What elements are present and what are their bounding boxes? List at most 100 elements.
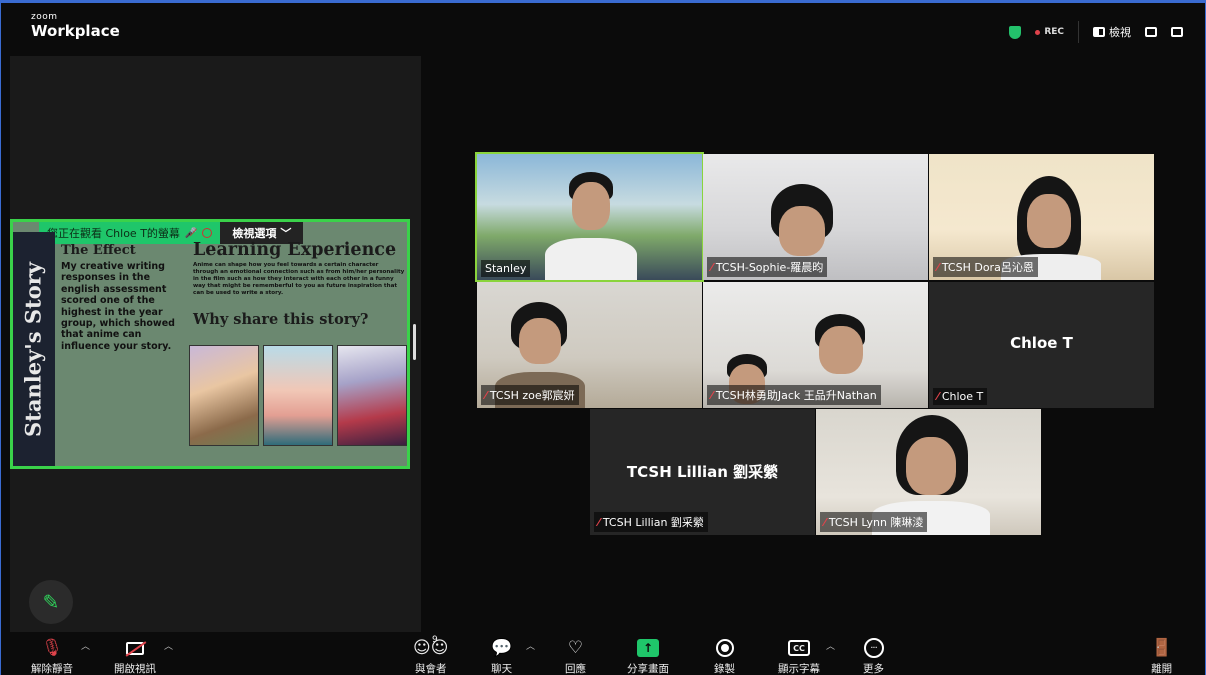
participant-tile[interactable]: Chloe T ⁄ Chloe T <box>929 282 1154 408</box>
video-face <box>906 437 956 495</box>
meeting-toolbar: 🎙 解除靜音 ︿ 開啟視訊 ︿ ☺☺ 9 與會者 💬 聊天 ︿ ♡ 回應 ↑ 分享… <box>1 633 1205 675</box>
muted-mic-icon: ⁄ <box>598 515 600 529</box>
share-screen-button[interactable]: ↑ 分享畫面 <box>627 637 669 675</box>
participants-icon: ☺☺ 9 <box>413 635 449 658</box>
video-face <box>1027 194 1071 248</box>
reactions-label: 回應 <box>565 663 586 675</box>
chat-button[interactable]: 💬 聊天 <box>491 637 512 675</box>
fullscreen-icon[interactable] <box>1171 27 1183 37</box>
record-label: 錄製 <box>714 663 735 675</box>
view-button[interactable]: 檢視 <box>1093 24 1131 40</box>
leave-button[interactable]: 🚪 離開 <box>1151 637 1172 675</box>
participant-name: TCSH林勇助Jack 王品升Nathan <box>715 389 877 402</box>
participant-tile[interactable]: TCSH Lillian 劉采縈 ⁄ TCSH Lillian 劉采縈 <box>590 409 815 535</box>
participant-name: TCSH Dora呂沁恩 <box>941 261 1034 274</box>
rec-label: REC <box>1044 27 1064 37</box>
record-button[interactable]: 錄製 <box>714 637 735 675</box>
participant-name: Chloe T <box>941 390 984 403</box>
brand-small: zoom <box>31 12 58 22</box>
participants-count: 9 <box>432 635 438 645</box>
participant-name: TCSH zoe郭宸妍 <box>489 389 575 402</box>
video-face <box>519 318 561 364</box>
participant-name: TCSH-Sophie-羅晨昀 <box>715 261 824 274</box>
anime-posters <box>189 345 407 446</box>
start-video-button[interactable]: 開啟視訊 <box>114 637 156 675</box>
brand-name: Workplace <box>31 22 120 40</box>
chevron-down-icon: ﹀ <box>280 227 292 240</box>
participant-name-label: ⁄ TCSH Lillian 劉采縈 <box>594 512 708 532</box>
participant-tile[interactable]: ⁄ TCSH zoe郭宸妍 <box>477 282 702 408</box>
chat-label: 聊天 <box>491 663 513 675</box>
slide-side-title: Stanley's Story <box>13 232 55 466</box>
leave-door-icon: 🚪 <box>1151 638 1173 658</box>
participants-label: 與會者 <box>414 663 447 675</box>
pencil-icon: ✎ <box>42 590 60 614</box>
anime-poster-image <box>263 345 333 446</box>
reactions-button[interactable]: ♡ 回應 <box>565 637 586 675</box>
divider <box>1078 21 1079 43</box>
heart-icon: ♡ <box>567 638 584 658</box>
participant-display-name: TCSH Lillian 劉采縈 <box>626 463 779 481</box>
participant-name-label: ⁄ TCSH林勇助Jack 王品升Nathan <box>707 385 881 405</box>
more-button[interactable]: ··· 更多 <box>863 637 884 675</box>
top-bar: zoom Workplace REC 檢視 <box>1 3 1205 53</box>
captions-button[interactable]: CC 顯示字幕 <box>778 637 820 675</box>
view-options-label: 檢視選項 <box>232 227 277 240</box>
participants-button[interactable]: ☺☺ 9 與會者 <box>413 635 449 675</box>
stop-icon <box>202 228 213 238</box>
participant-name-label: ⁄ Chloe T <box>933 388 988 405</box>
encryption-shield-icon[interactable] <box>1009 25 1022 39</box>
video-off-icon <box>125 637 147 659</box>
participant-name: TCSH Lynn 陳琳淩 <box>828 516 924 529</box>
participant-tile[interactable]: ⁄ TCSH林勇助Jack 王品升Nathan <box>703 282 928 408</box>
shared-screen-content[interactable]: 您正在觀看 Chloe T的螢幕 🎤̸ 檢視選項 ﹀ Stanley's Sto… <box>10 219 410 469</box>
share-screen-pane: 您正在觀看 Chloe T的螢幕 🎤̸ 檢視選項 ﹀ Stanley's Sto… <box>10 56 421 632</box>
effect-body: My creative writing responses in the eng… <box>61 261 175 352</box>
captions-label: 顯示字幕 <box>778 663 820 675</box>
side-title-text: Stanley's Story <box>20 262 46 437</box>
audio-options-chevron-icon[interactable]: ︿ <box>81 639 90 652</box>
effect-column: The Effect My creative writing responses… <box>61 243 189 352</box>
unmute-button[interactable]: 🎙 解除靜音 <box>31 637 73 675</box>
leave-label: 離開 <box>1151 663 1173 675</box>
participant-name: TCSH Lillian 劉采縈 <box>602 516 704 529</box>
participant-name-label: ⁄ TCSH-Sophie-羅晨昀 <box>707 257 828 277</box>
unmute-label: 解除靜音 <box>31 663 73 675</box>
participant-name-label: ⁄ TCSH zoe郭宸妍 <box>481 385 579 405</box>
zoom-window: zoom Workplace REC 檢視 您正在觀看 Chloe T的螢幕 🎤… <box>0 0 1206 675</box>
learning-body: Anime can shape how you feel towards a c… <box>193 262 405 296</box>
participant-tile[interactable]: ⁄ TCSH Dora呂沁恩 <box>929 154 1154 280</box>
muted-mic-icon: ⁄ <box>711 260 713 274</box>
minimize-window-icon[interactable] <box>1145 27 1157 37</box>
more-label: 更多 <box>863 663 884 675</box>
video-options-chevron-icon[interactable]: ︿ <box>164 639 173 652</box>
rec-dot-icon <box>1035 29 1041 35</box>
muted-mic-icon: 🎙 <box>41 638 63 658</box>
resize-handle[interactable] <box>413 324 416 360</box>
captions-options-chevron-icon[interactable]: ︿ <box>826 639 835 652</box>
video-face <box>779 206 825 256</box>
chat-options-chevron-icon[interactable]: ︿ <box>526 639 535 652</box>
share-screen-label: 分享畫面 <box>627 663 669 675</box>
chat-icon: 💬 <box>491 638 513 658</box>
participant-tile[interactable]: Stanley <box>475 152 704 282</box>
recording-indicator[interactable]: REC <box>1035 27 1064 37</box>
start-video-label: 開啟視訊 <box>114 663 156 675</box>
muted-mic-icon: ⁄ <box>824 515 826 529</box>
participant-name-label: Stanley <box>481 260 531 277</box>
zoom-logo: zoom Workplace <box>31 13 120 39</box>
participant-display-name: Chloe T <box>1010 334 1073 352</box>
participant-tile[interactable]: ⁄ TCSH-Sophie-羅晨昀 <box>703 154 928 280</box>
video-face <box>572 182 610 230</box>
participant-name: Stanley <box>485 262 527 275</box>
anime-poster-image <box>189 345 259 446</box>
effect-heading: The Effect <box>61 243 136 258</box>
annotate-pencil-button[interactable]: ✎ <box>29 580 73 624</box>
record-icon <box>715 637 734 659</box>
cc-icon: CC <box>788 637 810 659</box>
learning-column: Learning Experience Anime can shape how … <box>193 240 405 328</box>
muted-mic-icon: 🎤̸ <box>184 227 198 239</box>
muted-mic-icon: ⁄ <box>711 388 713 402</box>
participant-tile[interactable]: ⁄ TCSH Lynn 陳琳淩 <box>816 409 1041 535</box>
muted-mic-icon: ⁄ <box>937 390 939 403</box>
